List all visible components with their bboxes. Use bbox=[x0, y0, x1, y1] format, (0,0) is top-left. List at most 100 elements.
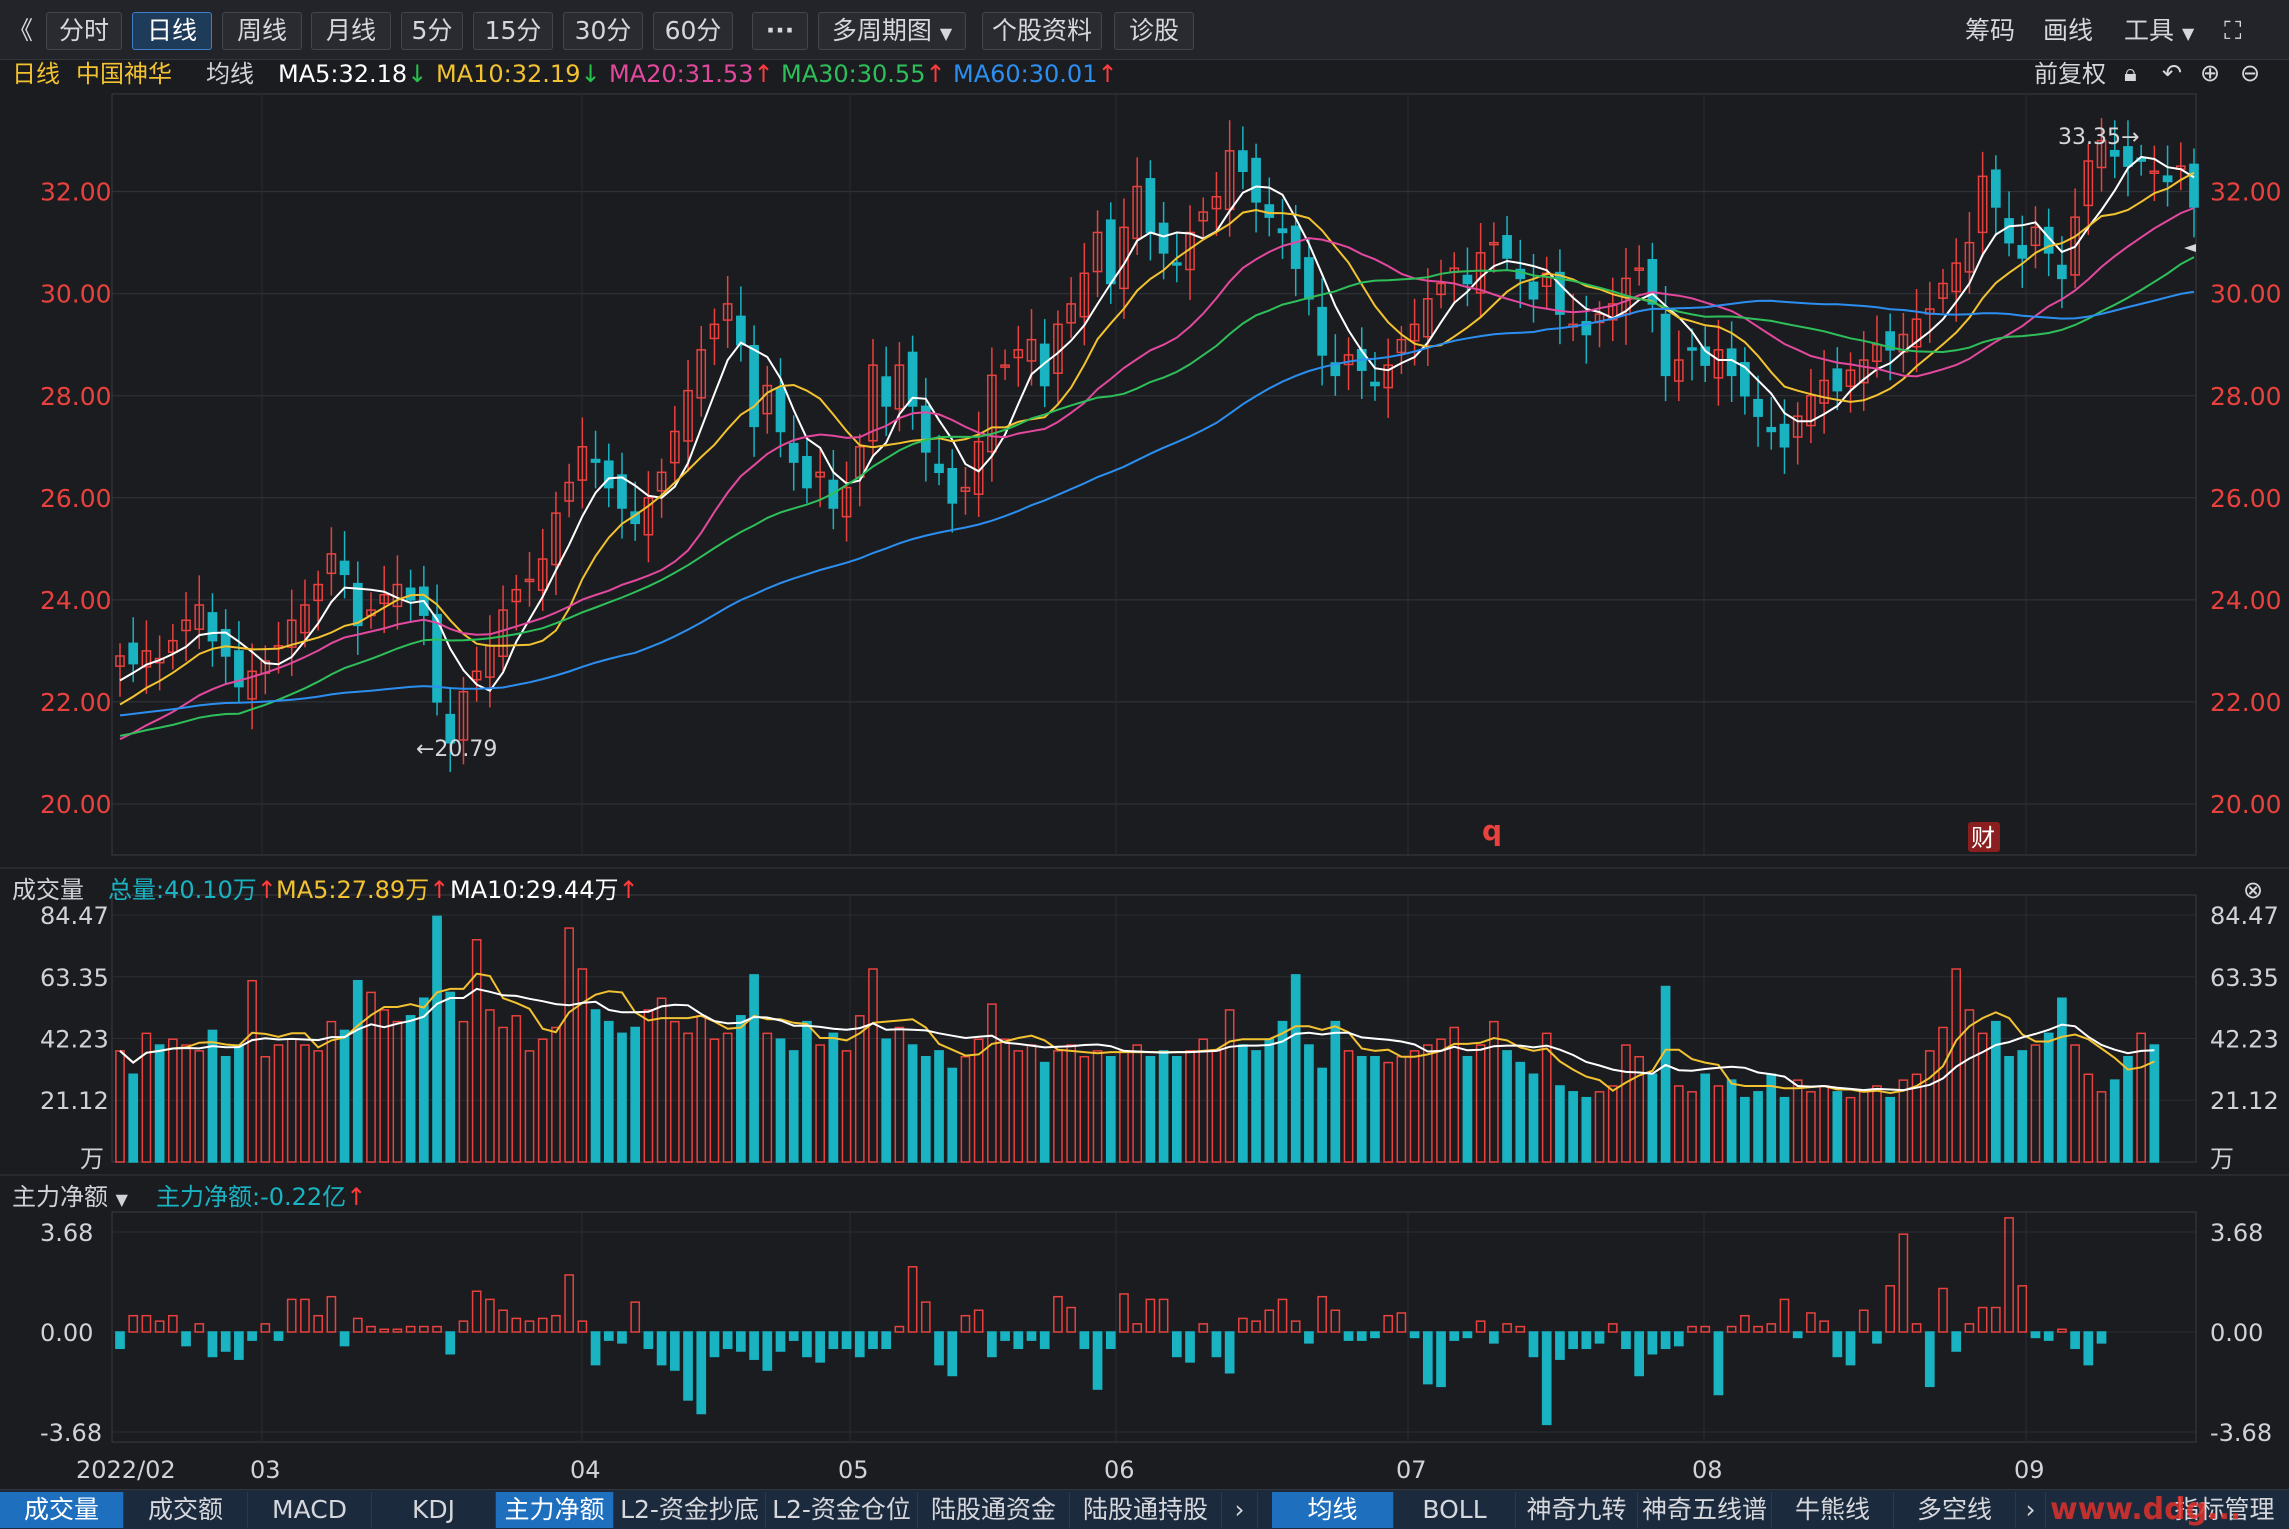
volume-bar-down bbox=[1251, 1050, 1261, 1163]
volume-ma10-text: MA10:29.44万 bbox=[450, 876, 619, 904]
flow-bar-negative bbox=[1568, 1331, 1578, 1350]
flow-bar-negative bbox=[1092, 1331, 1103, 1390]
tab-boll[interactable]: BOLL bbox=[1394, 1492, 1516, 1528]
chevron-right-icon[interactable]: › bbox=[2016, 1492, 2046, 1528]
candle-down bbox=[1832, 368, 1843, 392]
flow-bar-negative bbox=[709, 1331, 720, 1358]
flow-bar-negative bbox=[934, 1331, 944, 1366]
candle-down bbox=[1370, 381, 1380, 387]
volume-bar-down bbox=[418, 997, 429, 1163]
volume-bar-down bbox=[1581, 1096, 1592, 1163]
flow-bar-negative bbox=[1356, 1331, 1367, 1341]
volume-bar-down bbox=[445, 991, 456, 1163]
volume-bar-down bbox=[828, 1032, 839, 1163]
flow-bar-negative bbox=[1832, 1331, 1843, 1358]
candle-down bbox=[934, 463, 944, 474]
volume-bar-down bbox=[775, 1038, 786, 1163]
tab-volume[interactable]: 成交量 bbox=[0, 1492, 124, 1528]
volume-bar-down bbox=[1555, 1085, 1565, 1163]
candle-down bbox=[2017, 245, 2028, 259]
volume-bar-down bbox=[1039, 1061, 1050, 1163]
volume-bar-down bbox=[1568, 1091, 1578, 1163]
tab-long-short[interactable]: 多空线 bbox=[1894, 1492, 2016, 1528]
flow-title: 主力净额 bbox=[12, 1183, 108, 1211]
candle-down bbox=[2057, 264, 2067, 280]
candle-down bbox=[749, 345, 759, 428]
close-panel-icon[interactable]: ⊗ bbox=[2243, 873, 2263, 907]
volume-bar-down bbox=[947, 1067, 958, 1163]
chevron-right-icon[interactable]: › bbox=[1222, 1492, 1258, 1528]
flow-bar-negative bbox=[207, 1331, 218, 1358]
volume-bar-down bbox=[1290, 974, 1301, 1163]
flow-tick-left: -3.68 bbox=[40, 1419, 102, 1447]
price-tick-left: 32.00 bbox=[40, 178, 112, 207]
flow-bar-negative bbox=[828, 1331, 839, 1350]
earnings-marker: 财 bbox=[1971, 824, 1995, 852]
candle-down bbox=[1528, 281, 1539, 300]
event-marker-q: q bbox=[1482, 814, 1502, 847]
tab-l2-bottom[interactable]: L2-资金抄底 bbox=[614, 1492, 766, 1528]
volume-bar-down bbox=[1700, 1073, 1711, 1163]
flow-bar-negative bbox=[643, 1331, 654, 1350]
flow-bar-negative bbox=[1489, 1331, 1499, 1344]
tab-net-flow[interactable]: 主力净额 bbox=[496, 1492, 614, 1528]
candle-down bbox=[1779, 423, 1790, 448]
flow-bar-negative bbox=[1581, 1331, 1592, 1350]
flow-bar-negative bbox=[1528, 1331, 1539, 1358]
candle-down bbox=[339, 560, 350, 576]
tab-bull-bear[interactable]: 牛熊线 bbox=[1772, 1492, 1894, 1528]
volume-bar-down bbox=[934, 1050, 944, 1163]
tab-turnover[interactable]: 成交额 bbox=[124, 1492, 248, 1528]
arrow-up-icon: ↑ bbox=[346, 1183, 367, 1211]
flow-bar-negative bbox=[749, 1331, 759, 1360]
flow-tick-left: 0.00 bbox=[40, 1319, 93, 1347]
candle-down bbox=[1462, 274, 1473, 285]
stock-chart[interactable]: 32.00 32.00 30.00 30.00 28.00 28.00 26.00 26.00… bbox=[0, 0, 2289, 1529]
x-axis-label: 04 bbox=[570, 1456, 601, 1484]
tab-magic-nine[interactable]: 神奇九转 bbox=[1516, 1492, 1638, 1528]
tab-magic-five[interactable]: 神奇五线谱 bbox=[1638, 1492, 1772, 1528]
volume-ma5: MA5:27.89万↑ bbox=[276, 873, 449, 907]
volume-bar-down bbox=[2043, 1032, 2054, 1163]
volume-bar-down bbox=[630, 1026, 641, 1163]
tab-l2-position[interactable]: L2-资金仓位 bbox=[766, 1492, 918, 1528]
candle-down bbox=[1687, 347, 1697, 351]
volume-bar-down bbox=[339, 1029, 350, 1163]
flow-bar-negative bbox=[1541, 1331, 1552, 1426]
tab-macd[interactable]: MACD bbox=[248, 1492, 372, 1528]
flow-bar-negative bbox=[234, 1331, 244, 1360]
candle-down bbox=[1145, 178, 1156, 234]
volume-bar-down bbox=[736, 1015, 746, 1163]
flow-bar-negative bbox=[603, 1331, 614, 1341]
price-tick-left: 22.00 bbox=[40, 688, 112, 717]
volume-bar-down bbox=[220, 1055, 231, 1163]
flow-bar-negative bbox=[1924, 1331, 1935, 1388]
tab-northbound-holding[interactable]: 陆股通持股 bbox=[1070, 1492, 1222, 1528]
candle-down bbox=[1277, 228, 1288, 234]
candle-down bbox=[1238, 150, 1248, 172]
volume-bar-down bbox=[1304, 1044, 1314, 1163]
flow-bar-negative bbox=[1211, 1331, 1222, 1358]
volume-bar-down bbox=[2004, 1055, 2014, 1163]
tab-kdj[interactable]: KDJ bbox=[372, 1492, 496, 1528]
flow-bar-negative bbox=[339, 1331, 350, 1347]
flow-bar-negative bbox=[1422, 1331, 1433, 1385]
volume-bar-down bbox=[1779, 1096, 1790, 1163]
arrow-up-icon: ↑ bbox=[429, 876, 450, 904]
flow-bar-negative bbox=[1673, 1331, 1684, 1347]
candle-down bbox=[352, 582, 363, 627]
flow-bar-negative bbox=[1171, 1331, 1182, 1358]
flow-bar-negative bbox=[1026, 1331, 1037, 1341]
volume-bar-down bbox=[1660, 985, 1671, 1163]
flow-title-dropdown[interactable]: 主力净额 ▼ bbox=[12, 1180, 128, 1217]
candle-down bbox=[405, 587, 416, 601]
flow-bar-negative bbox=[762, 1331, 773, 1371]
flow-bar-negative bbox=[656, 1331, 667, 1366]
indicator-tab-bar: 成交量 成交额 MACD KDJ 主力净额 L2-资金抄底 L2-资金仓位 陆股… bbox=[0, 1489, 2289, 1529]
tab-ma[interactable]: 均线 bbox=[1272, 1492, 1394, 1528]
tab-northbound-flow[interactable]: 陆股通资金 bbox=[918, 1492, 1070, 1528]
flow-bar-negative bbox=[987, 1331, 997, 1358]
flow-bar-negative bbox=[736, 1331, 746, 1352]
volume-bar-down bbox=[617, 1032, 627, 1163]
price-tick-left: 30.00 bbox=[40, 280, 112, 309]
